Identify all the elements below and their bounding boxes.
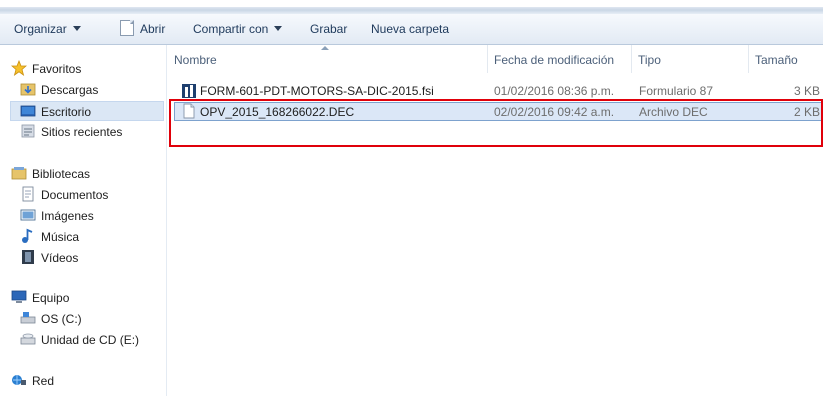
downloads-folder-icon xyxy=(20,83,36,96)
images-icon xyxy=(20,209,36,221)
nav-documents[interactable]: Documentos xyxy=(20,185,108,205)
desktop-icon xyxy=(20,105,36,117)
documents-icon xyxy=(22,186,34,202)
nav-downloads[interactable]: Descargas xyxy=(20,80,98,100)
share-with-button[interactable]: Compartir con xyxy=(193,14,283,44)
nav-videos[interactable]: Vídeos xyxy=(20,248,78,268)
nav-drive-c-label: OS (C:) xyxy=(41,312,82,326)
nav-computer[interactable]: Equipo xyxy=(11,288,69,308)
annotation-highlight-box xyxy=(169,99,823,147)
new-folder-button[interactable]: Nueva carpeta xyxy=(371,14,449,44)
nav-videos-label: Vídeos xyxy=(41,251,79,265)
nav-favorites[interactable]: Favoritos xyxy=(11,59,81,79)
column-name[interactable]: Nombre xyxy=(167,45,487,73)
nav-network-label: Red xyxy=(32,374,55,388)
nav-network[interactable]: Red xyxy=(11,371,54,391)
nav-music[interactable]: Música xyxy=(20,227,79,247)
nav-favorites-label: Favoritos xyxy=(32,62,82,76)
open-button[interactable]: Abrir xyxy=(120,14,165,44)
network-icon xyxy=(12,375,26,385)
column-date-modified[interactable]: Fecha de modificación xyxy=(487,45,631,73)
nav-libraries[interactable]: Bibliotecas xyxy=(11,164,90,184)
command-bar: Organizar Abrir Compartir con Grabar Nue… xyxy=(0,14,823,45)
burn-label: Grabar xyxy=(310,22,348,36)
nav-desktop-label: Escritorio xyxy=(41,105,92,119)
navigation-pane: Favoritos Descargas Escritorio Sitios re… xyxy=(0,45,167,396)
nav-drive-e-label: Unidad de CD (E:) xyxy=(41,333,140,347)
window-top-strip xyxy=(0,0,823,14)
burn-button[interactable]: Grabar xyxy=(310,14,347,44)
column-name-label: Nombre xyxy=(174,53,217,67)
star-icon xyxy=(11,60,27,76)
videos-icon xyxy=(22,250,34,264)
nav-desktop[interactable]: Escritorio xyxy=(10,101,164,121)
column-type-label: Tipo xyxy=(638,53,661,67)
form-app-icon xyxy=(182,84,196,98)
cd-drive-icon xyxy=(20,333,36,345)
music-note-icon xyxy=(22,228,33,243)
column-date-label: Fecha de modificación xyxy=(494,53,615,67)
open-label: Abrir xyxy=(140,22,166,36)
nav-images-label: Imágenes xyxy=(41,209,94,223)
open-document-icon xyxy=(120,20,134,36)
nav-drive-c[interactable]: OS (C:) xyxy=(20,309,82,329)
column-size-label: Tamaño xyxy=(755,53,798,67)
hard-drive-icon xyxy=(20,312,36,324)
column-type[interactable]: Tipo xyxy=(631,45,748,73)
nav-computer-label: Equipo xyxy=(32,291,70,305)
recent-places-icon xyxy=(21,124,35,138)
nav-recent-label: Sitios recientes xyxy=(41,125,123,139)
nav-libraries-label: Bibliotecas xyxy=(32,167,91,181)
nav-recent-places[interactable]: Sitios recientes xyxy=(20,122,122,142)
organize-label: Organizar xyxy=(14,22,67,36)
nav-music-label: Música xyxy=(41,230,80,244)
share-label: Compartir con xyxy=(193,22,269,36)
nav-downloads-label: Descargas xyxy=(41,83,99,97)
computer-icon xyxy=(11,290,27,303)
libraries-icon xyxy=(11,167,27,180)
chevron-down-icon xyxy=(274,26,283,31)
nav-images[interactable]: Imágenes xyxy=(20,206,94,226)
column-header: Nombre Fecha de modificación Tipo Tamaño xyxy=(167,45,823,73)
sort-up-icon xyxy=(321,46,329,50)
new-folder-label: Nueva carpeta xyxy=(371,22,450,36)
nav-drive-e[interactable]: Unidad de CD (E:) xyxy=(20,330,139,350)
column-size[interactable]: Tamaño xyxy=(748,45,823,73)
organize-button[interactable]: Organizar xyxy=(14,14,81,44)
chevron-down-icon xyxy=(72,26,81,31)
nav-documents-label: Documentos xyxy=(41,188,109,202)
